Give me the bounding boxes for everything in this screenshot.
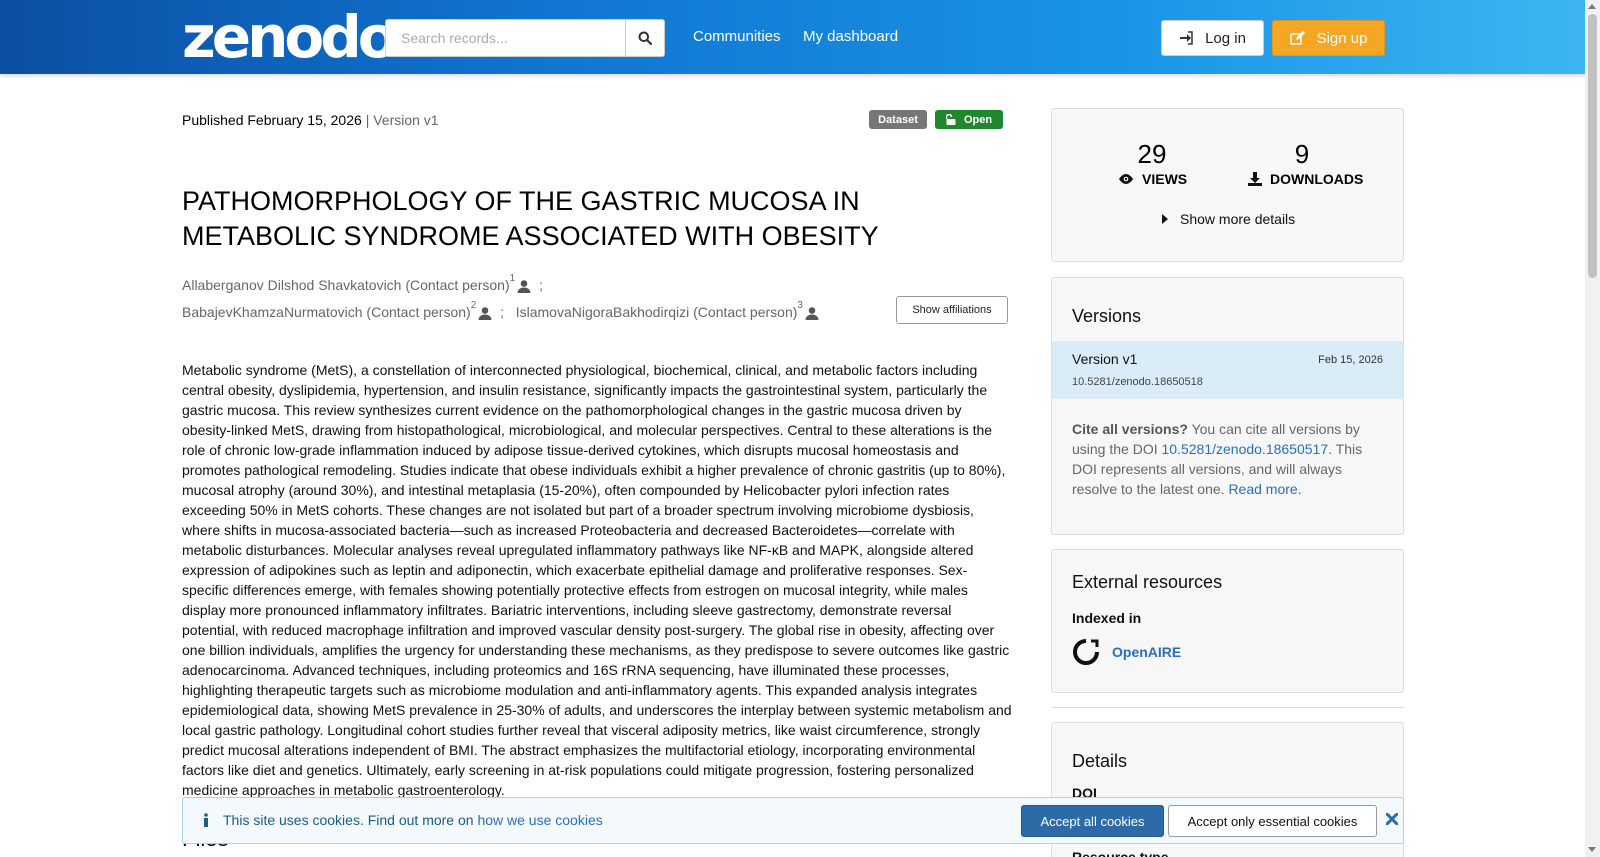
cite-all-versions: Cite all versions? You can cite all vers… [1072,419,1372,499]
signup-label: Sign up [1316,29,1368,47]
search-icon [638,31,652,45]
openaire-label: OpenAIRE [1112,644,1182,660]
publication-info: Published February 15, 2026 | Version v1 [182,112,439,128]
resource-type-badge: Dataset [869,110,927,129]
version-doi: 10.5281/zenodo.18650518 [1072,376,1203,388]
views-text: VIEWS [1142,171,1188,187]
stats-card: 29 VIEWS 9 DOWNLOADS Show more details [1051,108,1404,262]
cookie-policy-link[interactable]: how we use cookies [477,812,602,828]
views-label: VIEWS [1118,171,1187,187]
version-item[interactable]: Version v1 Feb 15, 2026 10.5281/zenodo.1… [1052,341,1403,399]
downloads-text: DOWNLOADS [1270,171,1364,187]
search-input[interactable] [385,19,625,57]
scroll-thumb[interactable] [1588,14,1597,278]
nav-communities[interactable]: Communities [693,28,781,45]
openaire-link[interactable]: OpenAIRE [1072,638,1181,666]
access-badge: Open [935,110,1003,129]
affiliation-sup: 3 [797,300,803,311]
close-icon [1386,813,1398,825]
eye-icon [1119,174,1133,184]
unlock-icon [945,114,956,125]
record-abstract: Metabolic syndrome (MetS), a constellati… [182,362,1012,798]
caret-right-icon [1162,214,1168,224]
nav-my-dashboard[interactable]: My dashboard [803,28,898,45]
versions-heading: Versions [1072,306,1142,326]
creator-name[interactable]: Allaberganov Dilshod Shavkatovich (Conta… [182,277,510,293]
show-more-details-toggle[interactable]: Show more details [1162,211,1295,227]
affiliation-sup: 2 [470,300,477,311]
resource-type-label: Resource type [1072,849,1169,857]
creators-list: Allaberganov Dilshod Shavkatovich (Conta… [182,272,882,326]
indexed-in-label: Indexed in [1072,610,1142,626]
external-resources-heading: External resources [1072,572,1223,592]
top-header: zenodo Communities My dashboard Log in S… [0,0,1600,74]
cookie-banner: This site uses cookies. Find out more on… [182,797,1404,844]
scroll-up-arrow[interactable] [1588,4,1596,9]
download-icon [1248,172,1262,186]
affiliation-sup: 1 [509,273,516,284]
version-name: Version v1 [1072,351,1138,367]
creator-name[interactable]: IslamovaNigoraBakhodirqizi (Contact pers… [516,304,798,320]
info-icon [204,813,208,827]
show-affiliations-button[interactable]: Show affiliations [896,296,1008,324]
zenodo-logo[interactable]: zenodo [182,6,398,68]
user-icon [517,279,531,293]
accept-essential-cookies-button[interactable]: Accept only essential cookies [1168,805,1377,837]
close-cookie-banner-button[interactable] [1383,810,1401,828]
views-count: 29 [1137,139,1167,169]
more-details-label: Show more details [1180,211,1296,227]
version-label: | Version v1 [365,112,439,128]
openaire-icon [1073,639,1099,665]
sidebar-divider [1051,707,1404,708]
record-title: PATHOMORPHOLOGY OF THE GASTRIC MUCOSA IN… [182,186,879,251]
downloads-count: 9 [1294,139,1310,169]
downloads-label: DOWNLOADS [1248,171,1363,187]
accept-all-cookies-button[interactable]: Accept all cookies [1021,805,1164,837]
concept-doi-link[interactable]: 10.5281/zenodo.18650517 [1162,441,1329,457]
read-more-link[interactable]: Read more. [1228,481,1301,497]
cite-question: Cite all versions? [1072,421,1188,437]
scroll-down-arrow[interactable] [1588,847,1596,852]
external-resources-card: External resources Indexed in OpenAIRE [1051,549,1404,693]
login-label: Log in [1205,29,1246,47]
user-icon [805,306,819,320]
access-label: Open [963,113,993,126]
edit-icon [1289,30,1305,45]
sign-in-icon [1180,31,1193,45]
cookie-message: This site uses cookies. Find out more on… [203,812,603,828]
versions-card: Versions Version v1 Feb 15, 2026 10.5281… [1051,277,1404,535]
details-heading: Details [1072,751,1128,771]
page-scrollbar[interactable] [1585,0,1600,857]
user-icon [478,306,492,320]
version-date: Feb 15, 2026 [1318,354,1383,366]
signup-button[interactable]: Sign up [1272,20,1385,56]
search-button[interactable] [625,19,665,57]
published-date: Published February 15, 2026 [182,112,362,128]
login-button[interactable]: Log in [1161,20,1264,56]
creator-name[interactable]: BabajevKhamzaNurmatovich (Contact person… [182,304,471,320]
cookie-text: This site uses cookies. Find out more on [223,812,478,828]
search-bar [385,19,665,57]
